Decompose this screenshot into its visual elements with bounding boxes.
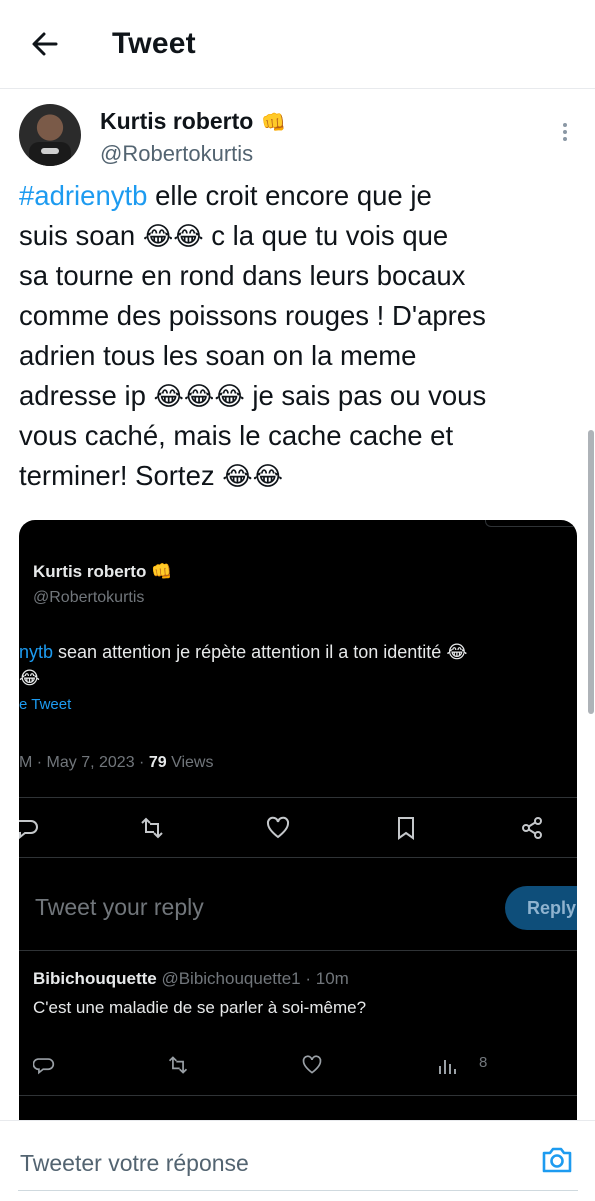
divider	[19, 950, 577, 951]
tweet-text: #adrienytb elle croit encore que je suis…	[19, 176, 579, 496]
embedded-hashtag: nytb	[19, 642, 54, 662]
comment-text: C'est une maladie de se parler à soi-mêm…	[33, 998, 367, 1017]
retweet-icon	[165, 1054, 191, 1080]
author-handle[interactable]: @Robertokurtis	[100, 141, 253, 167]
laugh-emoji-icon: 😂	[183, 381, 215, 411]
embedded-translate-link: e Tweet	[19, 696, 72, 713]
tweet-line: adresse ip	[19, 380, 154, 411]
reply-input[interactable]: Tweeter votre réponse	[20, 1150, 249, 1177]
embedded-author-name-text: Kurtis roberto	[33, 562, 147, 581]
embedded-author-name: Kurtis roberto 👊	[33, 562, 172, 582]
fist-emoji-icon: 👊	[151, 562, 173, 581]
page-title: Tweet	[112, 27, 196, 60]
bookmark-icon	[393, 815, 419, 841]
tweet-line: elle croit encore que je	[147, 180, 432, 211]
tweet-line: adrien tous les soan on la meme	[19, 340, 417, 371]
like-icon	[301, 1054, 327, 1080]
embedded-timestamp: M · May 7, 2023 ·	[19, 754, 149, 771]
embedded-views-label: Views	[166, 754, 214, 771]
tweet-line: je sais pas ou vous	[244, 380, 487, 411]
like-icon	[265, 815, 291, 841]
tweet-line: terminer! Sortez	[19, 460, 223, 491]
hashtag-link[interactable]: #adrienytb	[19, 180, 147, 211]
embedded-author-handle: @Robertokurtis	[33, 589, 145, 606]
embedded-views-count: 79	[148, 754, 167, 771]
retweet-icon	[137, 815, 163, 841]
embedded-reply-placeholder: Tweet your reply	[35, 894, 204, 920]
embedded-meta: M · May 7, 2023 · 79 Views	[19, 754, 213, 772]
top-header	[0, 0, 595, 89]
scrollbar[interactable]	[588, 430, 594, 714]
comment-handle-time: @Bibichouquette1 · 10m	[156, 969, 349, 988]
fist-emoji-icon: 👊	[261, 112, 287, 134]
laugh-emoji-icon: 😂	[153, 381, 184, 411]
views-icon	[437, 1054, 463, 1080]
embedded-screenshot-image[interactable]: Kurtis roberto 👊 @Robertokurtis nytb sea…	[19, 520, 577, 1130]
divider	[19, 797, 577, 798]
laugh-emoji-icon: 😂	[252, 461, 284, 491]
laugh-emoji-icon: 😂	[222, 461, 253, 491]
embedded-reply-button: Reply	[505, 886, 577, 930]
laugh-emoji-icon: 😂	[173, 221, 204, 251]
laugh-emoji-icon: 😂	[142, 221, 174, 251]
tweet-line: comme des poissons rouges ! D'apres	[19, 300, 486, 331]
share-icon	[519, 815, 545, 841]
comment-author: Bibichouquette @Bibichouquette1 · 10m	[33, 969, 349, 989]
tweet-line: c la que tu vois que	[203, 220, 449, 251]
tweet-line: vous caché, mais le cache cache et	[19, 420, 454, 451]
divider	[19, 857, 577, 858]
comment-views-count: 8	[479, 1054, 488, 1071]
author-name-text[interactable]: Kurtis roberto	[100, 108, 253, 134]
laugh-emoji-icon: 😂	[214, 381, 245, 411]
embedded-text: sean attention je répète attention il a …	[53, 642, 447, 662]
tweet-line: sa tourne en rond dans leurs bocaux	[19, 260, 466, 291]
camera-icon[interactable]	[540, 1145, 574, 1175]
more-options-icon[interactable]	[558, 120, 572, 144]
tweet-line: suis soan	[19, 220, 143, 251]
reply-icon	[19, 815, 39, 841]
author-avatar[interactable]	[19, 104, 81, 166]
laugh-emoji-icon: 😂	[19, 668, 41, 688]
laugh-emoji-icon: 😂	[446, 642, 468, 662]
input-underline	[18, 1190, 578, 1191]
back-arrow-icon[interactable]	[26, 24, 66, 64]
author-name[interactable]: Kurtis roberto 👊	[100, 108, 286, 135]
embedded-tweet-text: nytb sean attention je répète attention …	[19, 639, 577, 691]
divider	[19, 1095, 577, 1096]
reply-icon	[32, 1054, 59, 1080]
comment-author-name: Bibichouquette	[33, 969, 157, 988]
